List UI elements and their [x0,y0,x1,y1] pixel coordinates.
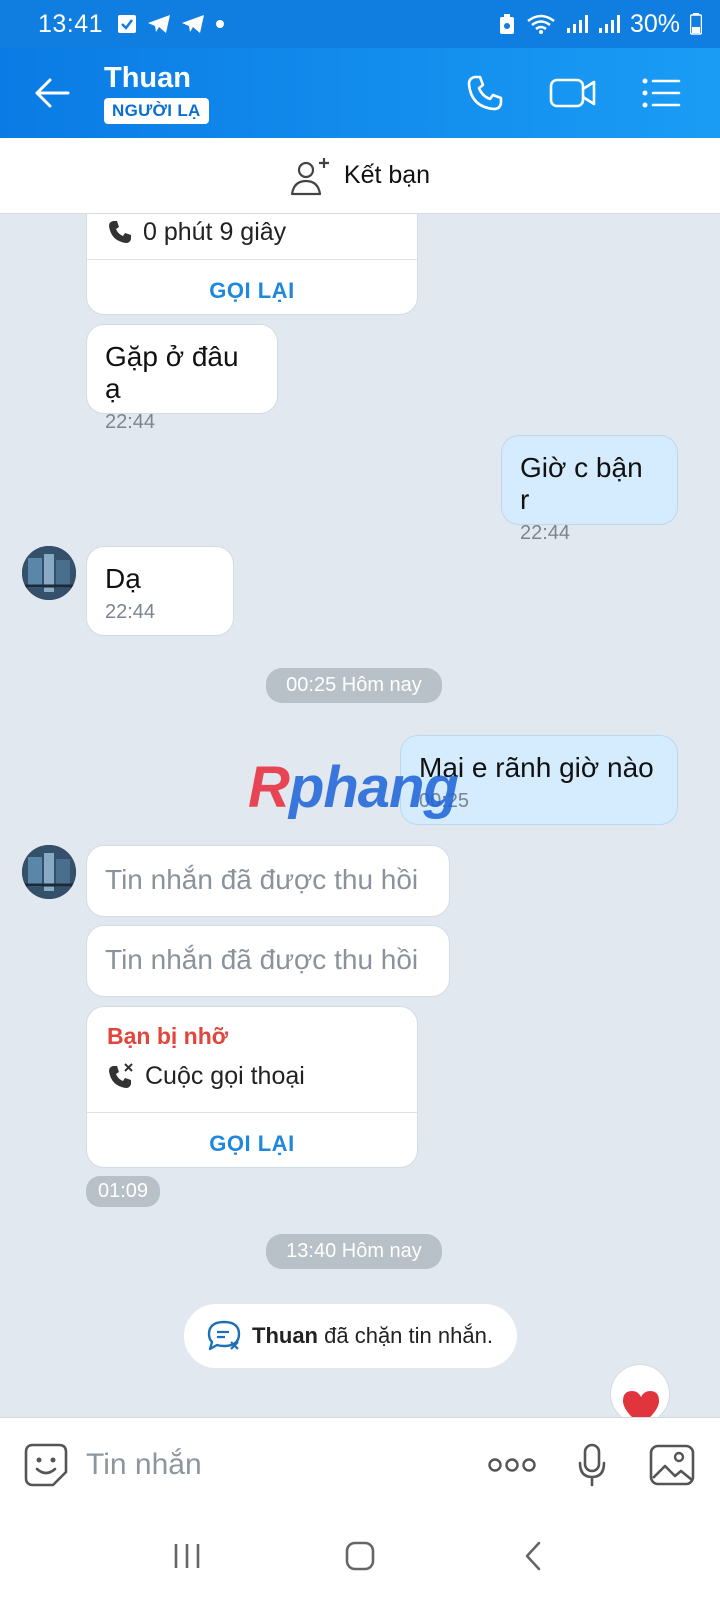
quick-reaction-button[interactable] [610,1364,670,1417]
callback-button[interactable]: GỌI LẠI [87,1113,417,1175]
recalled-message[interactable]: Tin nhắn đã được thu hồi [86,925,450,997]
call-duration: 0 phút 9 giây [143,217,287,246]
home-icon [345,1541,375,1570]
gallery-image-icon [649,1444,695,1485]
nav-back-button[interactable] [493,1526,573,1586]
message-text: Dạ [105,563,141,594]
microphone-icon [578,1443,606,1486]
recycle-icon [498,13,516,35]
telegram-icon-2 [181,14,205,34]
contact-title[interactable]: Thuan NGƯỜI LẠ [104,62,209,124]
message-bubble[interactable]: Dạ 22:44 [86,546,234,636]
chat-header: Thuan NGƯỜI LẠ [0,48,720,138]
message-input[interactable] [86,1447,472,1482]
video-camera-icon [549,78,596,108]
missed-call-icon [109,1063,133,1088]
more-options-button[interactable] [472,1418,552,1512]
stranger-badge: NGƯỜI LẠ [104,98,209,124]
heart-icon [623,1391,659,1417]
back-chevron-icon [526,1541,541,1570]
recalled-message[interactable]: Tin nhắn đã được thu hồi [86,845,450,917]
recalled-text: Tin nhắn đã được thu hồi [105,944,419,975]
battery-icon [690,13,702,35]
battery-percent: 30% [629,9,680,38]
notification-icons [117,14,225,34]
system-indicators: 30% [498,10,702,39]
status-bar: 13:41 30% [0,0,720,48]
add-friend-button[interactable]: Kết bạn [0,138,720,214]
chat-blocked-icon [207,1320,241,1351]
message-bubble-sent[interactable]: Giờ c bận r 22:44 [501,435,678,544]
back-button[interactable] [0,48,104,138]
system-nav-bar [0,1511,720,1600]
avatar[interactable] [22,546,76,600]
date-divider: 00:25 Hôm nay [266,668,442,703]
message-time: 22:44 [105,411,156,433]
callback-button[interactable]: GỌI LẠI [87,260,417,322]
image-picker-button[interactable] [632,1418,712,1512]
message-time: 22:44 [520,522,571,544]
list-menu-icon [642,78,681,108]
message-time: 22:44 [105,601,156,623]
add-friend-label: Kết bạn [343,161,431,189]
emoji-sticker-icon [24,1443,68,1486]
recent-apps-icon [174,1543,199,1568]
message-time-badge: 01:09 [86,1176,161,1207]
date-divider: 13:40 Hôm nay [266,1234,442,1269]
missed-call-title: Bạn bị nhỡ [107,1023,229,1049]
blocked-text: đã chặn tin nhắn. [324,1323,493,1348]
dot-icon [215,19,225,29]
message-composer [0,1417,720,1511]
video-call-button[interactable] [538,58,608,128]
signal-icon [566,14,588,34]
status-time: 13:41 [38,9,104,38]
checkbox-notification-icon [117,14,137,34]
back-arrow-icon [35,78,70,108]
wifi-icon [526,13,556,35]
call-card-top: 0 phút 9 giây GỌI LẠI [86,214,418,315]
missed-call-card: Bạn bị nhỡ Cuộc gọi thoại GỌI LẠI [86,1006,418,1168]
contact-name: Thuan [104,62,191,94]
options-menu-button[interactable] [626,58,696,128]
telegram-icon [147,14,171,34]
home-button[interactable] [320,1526,400,1586]
phone-icon [467,75,503,111]
blocked-notice: Thuan đã chặn tin nhắn. [184,1304,517,1368]
blocked-name: Thuan [252,1323,318,1348]
voice-call-button[interactable] [450,58,520,128]
call-type: Cuộc gọi thoại [145,1061,305,1090]
avatar[interactable] [22,845,76,899]
phone-call-icon [109,221,131,243]
sticker-button[interactable] [6,1418,86,1512]
watermark-logo: Rphang [248,755,459,820]
message-bubble[interactable]: Gặp ở đâu ạ 22:44 [86,324,278,433]
more-dots-icon [488,1457,536,1472]
message-list[interactable]: 0 phút 9 giây GỌI LẠI Gặp ở đâu ạ 22:44 … [0,214,720,1417]
recent-apps-button[interactable] [147,1526,227,1586]
message-text: Giờ c bận r [520,452,643,515]
recalled-text: Tin nhắn đã được thu hồi [105,864,419,895]
voice-record-button[interactable] [552,1418,632,1512]
message-text: Gặp ở đâu ạ [105,341,239,404]
add-user-icon [290,157,329,195]
signal-icon-2 [598,14,620,34]
